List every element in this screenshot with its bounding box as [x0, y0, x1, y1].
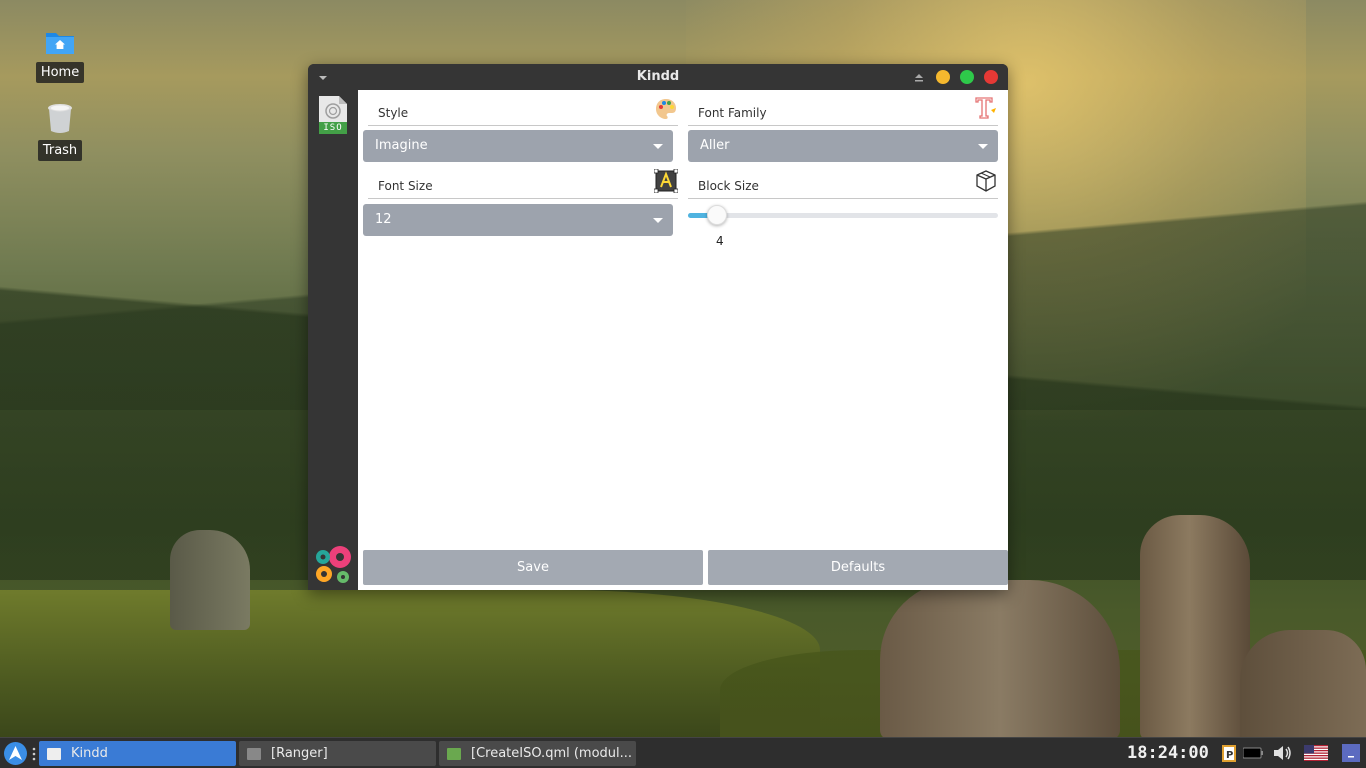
settings-gears-icon[interactable]	[312, 544, 354, 586]
us-flag-keyboard-layout-icon[interactable]	[1304, 745, 1328, 761]
task-label: [CreateISO.qml (modul...	[471, 746, 633, 761]
wallpaper-rock	[880, 580, 1120, 737]
iso-tool-button[interactable]: ISO	[319, 96, 347, 134]
maximize-button[interactable]	[960, 70, 974, 84]
style-combobox[interactable]: Imagine	[363, 130, 673, 162]
block-cube-icon	[976, 170, 996, 192]
style-label: Style	[378, 106, 409, 120]
desktop-icon-label: Trash	[37, 140, 83, 161]
window-icon	[47, 747, 61, 760]
block-size-underline	[688, 198, 998, 199]
task-label: [Ranger]	[271, 746, 328, 761]
font-family-combobox[interactable]: Aller	[688, 130, 998, 162]
task-ranger[interactable]: [Ranger]	[239, 741, 436, 766]
window-title: Kindd	[636, 69, 680, 84]
battery-icon[interactable]	[1243, 747, 1263, 759]
launcher-arrow-icon	[9, 746, 22, 760]
font-family-underline	[688, 125, 998, 126]
defaults-button[interactable]: Defaults	[708, 550, 1008, 585]
font-family-label: Font Family	[698, 106, 767, 120]
home-folder-icon	[46, 33, 74, 54]
separator-dots-icon	[32, 747, 36, 761]
svg-text:P: P	[1226, 750, 1233, 761]
app-menu-button[interactable]	[4, 742, 27, 765]
wallpaper-meadow	[0, 590, 820, 737]
block-size-label: Block Size	[698, 179, 759, 193]
show-desktop-icon[interactable]	[1341, 743, 1361, 763]
clipboard-icon[interactable]: P	[1221, 743, 1237, 763]
volume-icon[interactable]	[1272, 744, 1292, 762]
editor-icon	[447, 747, 461, 760]
task-createiso[interactable]: [CreateISO.qml (modul...	[439, 741, 636, 766]
font-family-value: Aller	[700, 138, 730, 153]
desktop-icon-home[interactable]: Home	[35, 28, 85, 83]
font-size-underline	[368, 198, 678, 199]
style-underline	[368, 125, 678, 126]
text-box-icon	[654, 169, 678, 193]
minimize-button[interactable]	[936, 70, 950, 84]
block-size-slider-handle[interactable]	[707, 205, 727, 225]
desktop-icon-label: Home	[35, 62, 85, 83]
style-value: Imagine	[375, 138, 428, 153]
close-button[interactable]	[984, 70, 998, 84]
settings-panel: Style Imagine Font Family Aller Font Siz…	[358, 90, 1008, 590]
sidebar: ISO	[308, 90, 358, 590]
save-button[interactable]: Save	[363, 550, 703, 585]
font-size-value: 12	[375, 212, 392, 227]
taskbar: Kindd [Ranger] [CreateISO.qml (modul... …	[0, 737, 1366, 768]
terminal-icon	[247, 747, 261, 760]
desktop-icon-trash[interactable]: Trash	[37, 102, 83, 161]
wallpaper-rock	[170, 530, 250, 630]
wallpaper-rock	[1240, 630, 1366, 737]
chevron-down-icon	[653, 144, 663, 149]
kindd-window: Kindd ISO Style Imagine Font Family Alle…	[308, 64, 1008, 590]
font-size-combobox[interactable]: 12	[363, 204, 673, 236]
window-titlebar[interactable]: Kindd	[308, 64, 1008, 90]
trash-icon	[48, 104, 72, 133]
block-size-value: 4	[716, 234, 724, 248]
block-size-slider[interactable]	[688, 205, 998, 225]
shade-icon[interactable]	[914, 73, 924, 82]
task-label: Kindd	[71, 746, 108, 761]
font-type-icon	[975, 97, 996, 119]
task-kindd[interactable]: Kindd	[39, 741, 236, 766]
iso-label: ISO	[323, 123, 343, 133]
palette-icon	[656, 99, 676, 119]
clock[interactable]: 18:24:00	[1127, 743, 1209, 763]
chevron-down-icon	[978, 144, 988, 149]
wallpaper-rock	[1140, 515, 1250, 737]
chevron-down-icon	[653, 218, 663, 223]
font-size-label: Font Size	[378, 179, 433, 193]
